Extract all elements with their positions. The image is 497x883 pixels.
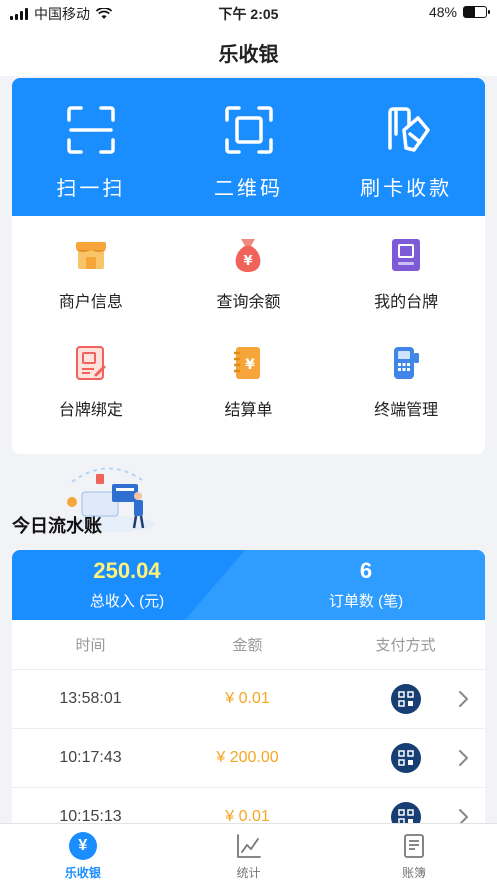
tab-statistics-label: 统计 xyxy=(236,866,261,880)
card-swipe-icon xyxy=(388,107,430,152)
table-row[interactable]: 10:15:13 ¥ 0.01 xyxy=(12,788,485,825)
row-amount: ¥ 0.01 xyxy=(225,690,270,707)
status-time: 下午 2:05 xyxy=(218,6,279,22)
order-count-label: 订单数 (笔) xyxy=(328,593,404,610)
svg-text:¥: ¥ xyxy=(246,357,256,373)
transaction-table: 时间 金额 支付方式 13:58:01 ¥ 0.01 10:17:43 ¥ 20… xyxy=(12,620,485,825)
bind-card-icon xyxy=(73,344,109,382)
qr-payment-icon xyxy=(390,684,421,714)
check-balance-button[interactable]: ¥ 查询余额 xyxy=(170,230,328,338)
terminal-management-button[interactable]: 终端管理 xyxy=(327,338,485,446)
function-grid: 商户信息 ¥ 查询余额 我的台牌 台牌绑定 ¥ 结算单 终端管理 xyxy=(12,216,485,446)
main-function-card: 扫一扫 二维码 刷卡收款 商户信息 ¥ 查询余额 我的台牌 台牌绑定 ¥ 结算单… xyxy=(12,78,485,454)
qrcode-button[interactable]: 二维码 xyxy=(170,78,328,216)
row-amount: ¥ 200.00 xyxy=(216,749,279,766)
total-income: 250.04 总收入 (元) xyxy=(37,558,217,611)
battery-icon xyxy=(463,6,490,18)
status-right: 48% xyxy=(428,4,490,20)
store-icon xyxy=(73,236,109,274)
tab-ledger-book[interactable]: 账簿 xyxy=(331,824,497,883)
card-payment-label: 刷卡收款 xyxy=(360,178,453,200)
pos-terminal-icon xyxy=(388,344,424,382)
row-time: 10:17:43 xyxy=(59,749,122,766)
tab-cashier[interactable]: ¥ 乐收银 xyxy=(0,824,166,883)
tab-cashier-label: 乐收银 xyxy=(64,866,101,880)
my-table-card-label: 我的台牌 xyxy=(374,294,439,311)
settlement-icon: ¥ xyxy=(230,344,266,382)
bottom-tab-bar: ¥ 乐收银 统计 账簿 xyxy=(0,823,497,883)
table-row[interactable]: 13:58:01 ¥ 0.01 xyxy=(12,670,485,729)
settlement-button[interactable]: ¥ 结算单 xyxy=(170,338,328,446)
battery-percent: 48% xyxy=(428,4,457,20)
card-payment-button[interactable]: 刷卡收款 xyxy=(327,78,485,216)
scan-label: 扫一扫 xyxy=(56,178,126,200)
row-time: 13:58:01 xyxy=(59,690,122,707)
tab-ledger-book-label: 账簿 xyxy=(402,866,427,880)
qrcode-frame-icon xyxy=(224,106,273,154)
scan-icon xyxy=(67,106,115,154)
ledger-summary: 250.04 总收入 (元) 6 订单数 (笔) xyxy=(12,550,485,620)
settlement-label: 结算单 xyxy=(224,402,273,419)
scan-button[interactable]: 扫一扫 xyxy=(12,78,170,216)
nav-bar: 乐收银 xyxy=(0,26,497,76)
qr-payment-icon xyxy=(390,743,421,773)
line-chart-icon xyxy=(236,834,261,858)
column-header-amount: 金额 xyxy=(232,637,263,654)
bind-table-card-label: 台牌绑定 xyxy=(58,402,123,419)
table-card-icon xyxy=(388,236,424,274)
table-header: 时间 金额 支付方式 xyxy=(12,620,485,670)
book-icon xyxy=(404,834,425,858)
order-count: 6 订单数 (笔) xyxy=(276,558,456,611)
battery-fill xyxy=(464,7,475,17)
page-title: 乐收银 xyxy=(218,44,279,66)
total-income-value: 250.04 xyxy=(93,558,161,583)
check-balance-label: 查询余额 xyxy=(216,294,281,311)
yuan-coin-icon: ¥ xyxy=(68,832,97,860)
total-income-label: 总收入 (元) xyxy=(89,593,165,610)
merchant-info-button[interactable]: 商户信息 xyxy=(12,230,170,338)
bind-table-card-button[interactable]: 台牌绑定 xyxy=(12,338,170,446)
column-header-time: 时间 xyxy=(75,637,106,654)
ledger-title: 今日流水账 xyxy=(12,516,102,536)
money-bag-icon: ¥ xyxy=(230,236,266,274)
qr-payment-icon xyxy=(390,802,421,825)
table-row[interactable]: 10:17:43 ¥ 200.00 xyxy=(12,729,485,788)
tab-statistics[interactable]: 统计 xyxy=(166,824,332,883)
chevron-right-icon xyxy=(459,750,468,766)
qrcode-label: 二维码 xyxy=(214,178,283,200)
svg-text:¥: ¥ xyxy=(244,254,253,269)
chevron-right-icon xyxy=(459,691,468,707)
terminal-management-label: 终端管理 xyxy=(374,402,439,419)
ledger-header: 今日流水账 xyxy=(12,462,212,542)
status-bar: 中国移动 下午 2:05 48% xyxy=(0,0,497,26)
my-table-card-button[interactable]: 我的台牌 xyxy=(327,230,485,338)
merchant-info-label: 商户信息 xyxy=(58,294,123,311)
column-header-payment: 支付方式 xyxy=(375,637,436,654)
order-count-value: 6 xyxy=(359,558,373,583)
primary-actions: 扫一扫 二维码 刷卡收款 xyxy=(12,78,485,216)
